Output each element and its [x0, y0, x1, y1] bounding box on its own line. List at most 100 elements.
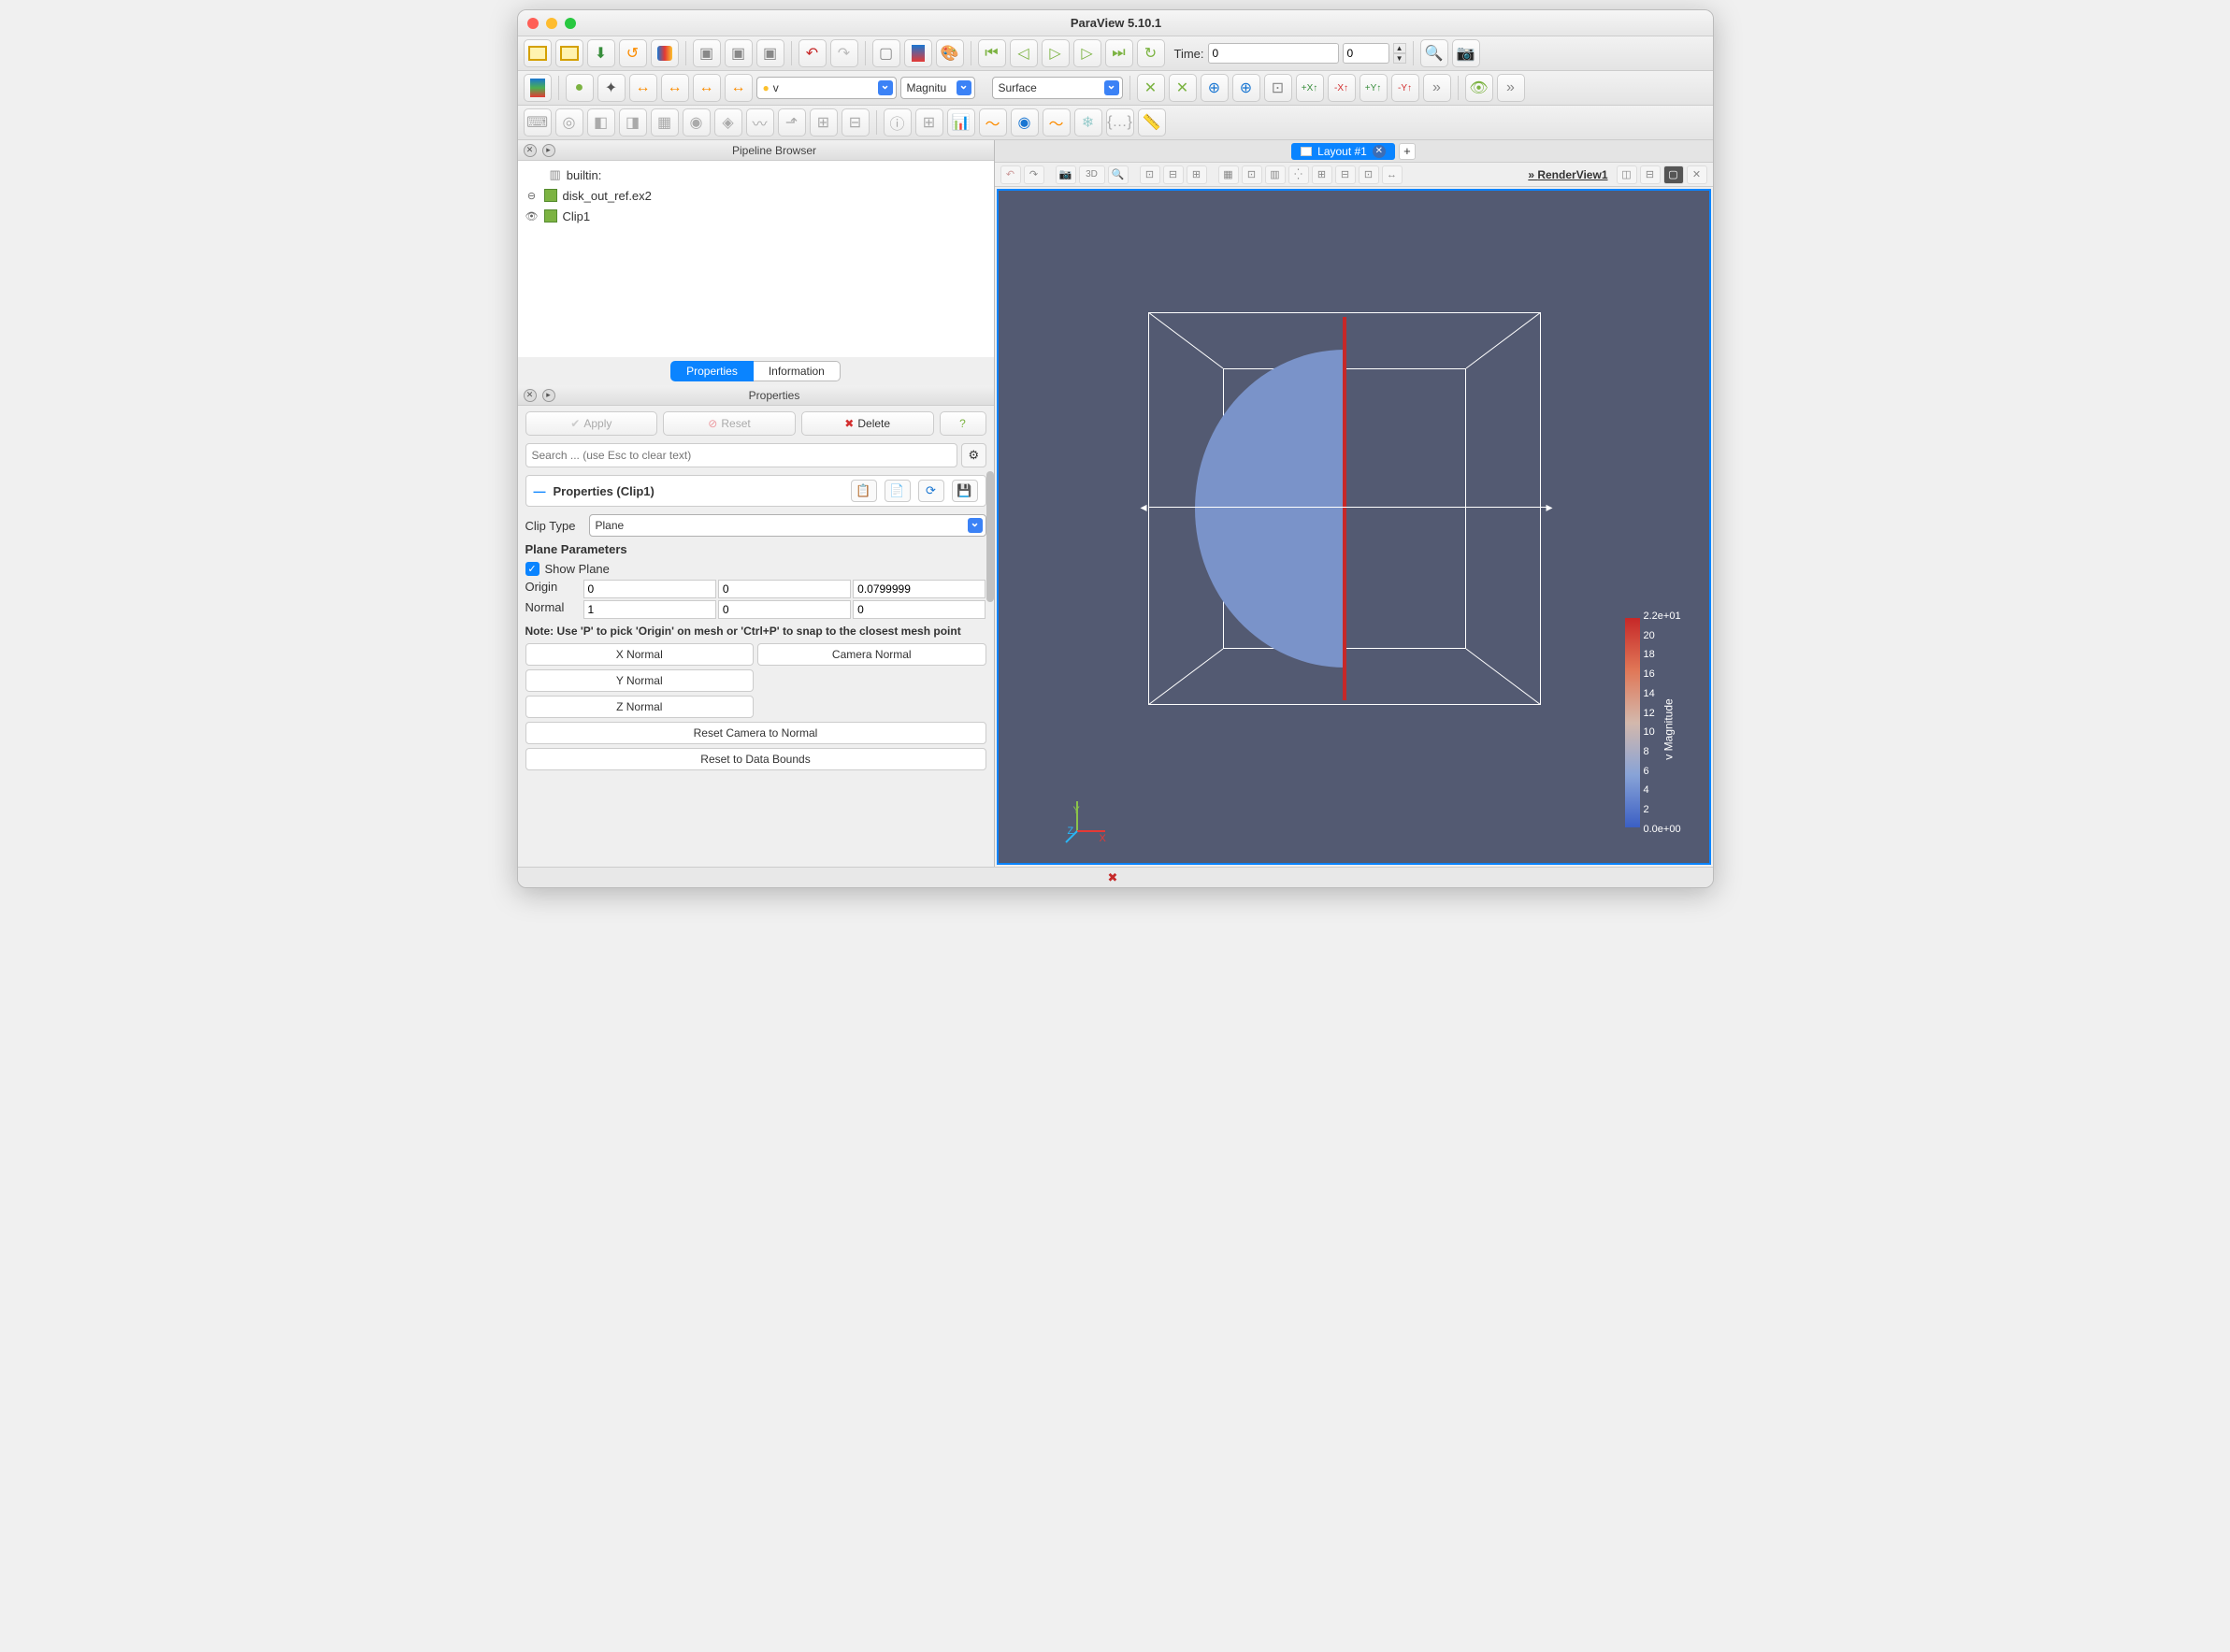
warp-filter-button[interactable]: ⬏	[778, 108, 806, 136]
clip-type-select[interactable]: Plane	[589, 514, 986, 537]
screenshot-button[interactable]: 🔍	[1420, 39, 1448, 67]
maximize-view-button[interactable]: ▢	[1663, 165, 1684, 184]
stream-filter-button[interactable]: 〰	[746, 108, 774, 136]
toolbar-overflow-1[interactable]: »	[1423, 74, 1451, 102]
first-frame-button[interactable]: ⏮	[978, 39, 1006, 67]
zoom-closest-button[interactable]: ⊕	[1232, 74, 1260, 102]
close-view-button[interactable]: ✕	[1687, 165, 1707, 184]
apply-button[interactable]: ✔Apply	[525, 411, 658, 436]
view-options-button[interactable]: 👁	[1465, 74, 1493, 102]
camera-button[interactable]: 📷	[1452, 39, 1480, 67]
threshold-filter-button[interactable]: ▦	[651, 108, 679, 136]
select-cells-button[interactable]: ⊡	[1140, 165, 1160, 184]
time-step-down[interactable]: ▼	[1393, 53, 1406, 64]
plot-over-line-button[interactable]: 〜	[979, 108, 1007, 136]
calculator-filter-button[interactable]: ⌨	[524, 108, 552, 136]
color-array-select[interactable]: ●v	[756, 77, 897, 99]
properties-search-input[interactable]	[525, 443, 958, 467]
hover-cells-button[interactable]: ▥	[1265, 165, 1286, 184]
reset-button[interactable]: ⊘Reset	[663, 411, 796, 436]
time-value-input[interactable]	[1208, 43, 1339, 64]
origin-y-input[interactable]	[718, 580, 851, 598]
loop-button[interactable]: ↻	[1137, 39, 1165, 67]
plus-y-button[interactable]: +Y↑	[1360, 74, 1388, 102]
origin-x-input[interactable]	[583, 580, 716, 598]
rescale-visible-button[interactable]: ↔	[725, 74, 753, 102]
camera-redo-button[interactable]: ↷	[1024, 165, 1044, 184]
info-button[interactable]: ⓘ	[884, 108, 912, 136]
save-data-button[interactable]: ⬇	[587, 39, 615, 67]
y-normal-button[interactable]: Y Normal	[525, 669, 755, 692]
z-normal-button[interactable]: Z Normal	[525, 696, 755, 718]
glyph-filter-button[interactable]: ◈	[714, 108, 742, 136]
visibility-toggle-icon[interactable]: 👁	[525, 209, 539, 223]
x-normal-button[interactable]: X Normal	[525, 643, 755, 666]
copy-button[interactable]: 📋	[851, 480, 877, 502]
connect-button[interactable]: ▣	[693, 39, 721, 67]
render-view[interactable]: ◂ ▸ Y X Z 2.2	[997, 189, 1711, 865]
toggle-selection-button[interactable]: ↔	[1382, 165, 1403, 184]
3d-mode-button[interactable]: 3D	[1079, 165, 1105, 184]
server-button[interactable]: ▣	[756, 39, 784, 67]
add-layout-button[interactable]: +	[1399, 143, 1416, 160]
maximize-window-icon[interactable]	[565, 18, 576, 29]
group-filter-button[interactable]: ⊞	[810, 108, 838, 136]
temporal-button[interactable]: 〜	[1043, 108, 1071, 136]
snowflake-button[interactable]: ❄	[1074, 108, 1102, 136]
adjust-camera-button[interactable]: 🔍	[1108, 165, 1129, 184]
rescale-range-button[interactable]: ↔	[629, 74, 657, 102]
probe-button[interactable]: ◉	[1011, 108, 1039, 136]
hover-points-button[interactable]: ⁛	[1288, 165, 1309, 184]
prev-frame-button[interactable]: ◁	[1010, 39, 1038, 67]
rescale-button[interactable]: ✦	[597, 74, 626, 102]
next-frame-button[interactable]: ▷	[1073, 39, 1101, 67]
tab-properties[interactable]: Properties	[670, 361, 754, 381]
clear-selection-button[interactable]: ⊡	[1359, 165, 1379, 184]
close-layout-icon[interactable]: ✕	[1373, 145, 1386, 158]
save-section-button[interactable]: 💾	[952, 480, 978, 502]
grow-selection-button[interactable]: ⊞	[1312, 165, 1332, 184]
color-legend-button[interactable]	[904, 39, 932, 67]
zoom-box-button[interactable]: ⊡	[1264, 74, 1292, 102]
select-block-button[interactable]: ▦	[1218, 165, 1239, 184]
split-h-button[interactable]: ◫	[1617, 165, 1637, 184]
interactive-select-button[interactable]: ⊡	[1242, 165, 1262, 184]
rescale-custom-button[interactable]: ↔	[661, 74, 689, 102]
close-window-icon[interactable]	[527, 18, 539, 29]
undo-button[interactable]: ↶	[798, 39, 827, 67]
toolbar-overflow-2[interactable]: »	[1497, 74, 1525, 102]
pipeline-item-1[interactable]: 👁 Clip1	[525, 206, 986, 226]
normal-y-input[interactable]	[718, 600, 851, 619]
layout-tab[interactable]: Layout #1 ✕	[1291, 143, 1395, 160]
scalar-bar-button[interactable]	[524, 74, 552, 102]
pipeline-close-button[interactable]: ✕	[524, 144, 537, 157]
error-indicator-icon[interactable]: ✖	[1108, 870, 1123, 885]
rescale-temporal-button[interactable]: ↔	[693, 74, 721, 102]
reload-section-button[interactable]: ⟳	[918, 480, 944, 502]
reset-camera-normal-button[interactable]: Reset Camera to Normal	[525, 722, 986, 744]
time-step-up[interactable]: ▲	[1393, 43, 1406, 53]
select-cells-through-button[interactable]: ⊞	[1187, 165, 1207, 184]
zoom-to-data-button[interactable]: ✕	[1169, 74, 1197, 102]
open-file-button[interactable]	[524, 39, 552, 67]
plus-x-button[interactable]: +X↑	[1296, 74, 1324, 102]
time-index-input[interactable]	[1343, 43, 1389, 64]
camera-normal-button[interactable]: Camera Normal	[757, 643, 986, 666]
tab-information[interactable]: Information	[754, 361, 841, 381]
properties-detach-button[interactable]: ▸	[542, 389, 555, 402]
colormap-button[interactable]	[651, 39, 679, 67]
properties-close-button[interactable]: ✕	[524, 389, 537, 402]
histogram-button[interactable]: ⊞	[915, 108, 943, 136]
clip-filter-button[interactable]: ◧	[587, 108, 615, 136]
delete-button[interactable]: ✖Delete	[801, 411, 934, 436]
normal-z-input[interactable]	[853, 600, 986, 619]
help-button[interactable]: ?	[940, 411, 986, 436]
properties-scrollbar[interactable]	[986, 471, 994, 602]
play-button[interactable]: ▷	[1042, 39, 1070, 67]
minimize-window-icon[interactable]	[546, 18, 557, 29]
plot-button[interactable]: 📊	[947, 108, 975, 136]
paste-button[interactable]: 📄	[885, 480, 911, 502]
collapse-icon[interactable]: —	[534, 484, 546, 498]
pipeline-browser[interactable]: ▥ builtin: ⊖ disk_out_ref.ex2 👁 Clip1	[518, 161, 994, 357]
properties-section-header[interactable]: — Properties (Clip1) 📋 📄 ⟳ 💾	[525, 475, 986, 507]
